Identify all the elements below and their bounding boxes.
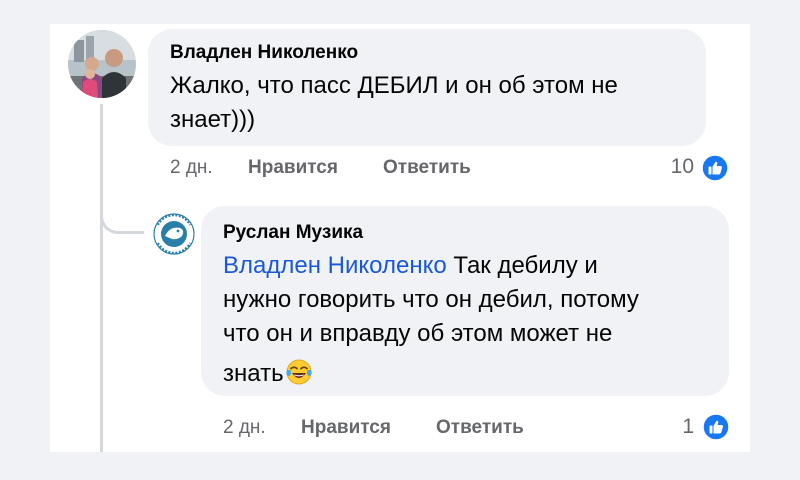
comment-timestamp[interactable]: 2 дн.	[223, 417, 266, 439]
comment-text-line: знает)))	[170, 106, 256, 133]
reply-button[interactable]: Ответить	[383, 157, 471, 179]
thumbs-up-icon[interactable]	[701, 154, 729, 182]
reply-button[interactable]: Ответить	[436, 417, 524, 439]
comment-timestamp[interactable]: 2 дн.	[170, 157, 213, 179]
reply-connector	[100, 204, 144, 234]
comment-text-fragment: Так дебилу и	[453, 252, 598, 279]
reaction-count[interactable]: 1	[650, 415, 694, 439]
comment-author[interactable]: Руслан Музика	[223, 222, 363, 244]
comment-text-line: нужно говорить что он дебил, потому	[223, 286, 639, 313]
comment-text-line: Владлен Николенко Так дебилу и	[223, 249, 598, 283]
avatar[interactable]	[152, 212, 196, 256]
comment-text-fragment: знать	[223, 360, 284, 387]
avatar[interactable]	[68, 30, 136, 98]
thread-line	[100, 104, 103, 452]
comment-text-line: знать	[223, 357, 314, 391]
thumbs-up-icon[interactable]	[702, 413, 730, 441]
comment-text-line: что он и вправду об этом может не	[223, 320, 613, 347]
like-button[interactable]: Нравится	[301, 417, 391, 439]
comment-author[interactable]: Владлен Николенко	[170, 42, 358, 64]
mention-link[interactable]: Владлен Николенко	[223, 252, 447, 279]
reaction-count[interactable]: 10	[640, 155, 694, 179]
laughing-with-tears-emoji	[284, 357, 314, 387]
like-button[interactable]: Нравится	[248, 157, 338, 179]
comment-text-line: Жалко, что пасс ДЕБИЛ и он об этом не	[170, 72, 618, 99]
